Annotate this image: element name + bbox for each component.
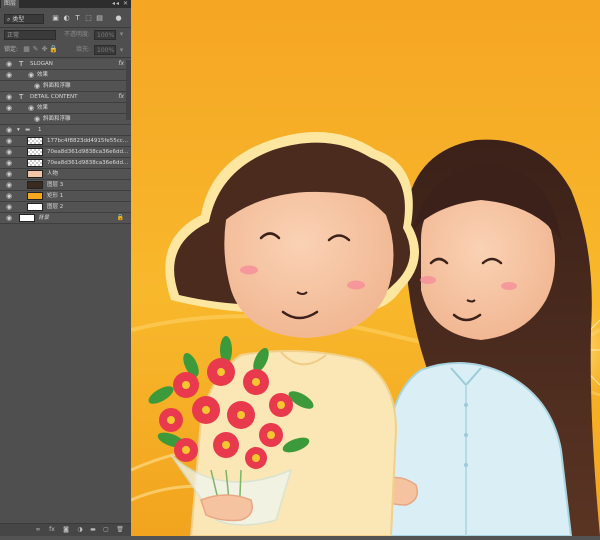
layer-name: 效果 <box>37 105 49 111</box>
lock-row: 锁定: ▦ ✎ ✥ 🔒 填充: 100% ▾ <box>0 44 131 56</box>
lock-icon: 🔒 <box>116 214 124 221</box>
layer-row[interactable]: ◉ T DETAIL CONTENT fx <box>0 92 131 103</box>
fill-arrow-icon[interactable]: ▾ <box>117 46 126 55</box>
opacity-arrow-icon[interactable]: ▾ <box>117 30 126 39</box>
visibility-eye-icon[interactable]: ◉ <box>5 60 13 68</box>
layer-row[interactable]: ◉ ◉ 效果 <box>0 103 131 114</box>
layer-thumbnail <box>27 148 43 156</box>
layer-name: 矩形 1 <box>47 193 64 199</box>
image-filter-icon[interactable]: ▣ <box>51 14 60 23</box>
folder-icon: ▬ <box>25 127 31 133</box>
layer-name: 图层 3 <box>47 182 64 188</box>
layer-name: 图层 2 <box>47 204 64 210</box>
layer-name: 背景 <box>38 215 50 221</box>
layer-row[interactable]: ◉ 背景 🔒 <box>0 213 131 224</box>
layer-name: DETAIL CONTENT <box>30 94 78 100</box>
visibility-eye-icon[interactable]: ◉ <box>5 170 13 178</box>
blend-row: 正常 不透明度: 100% ▾ <box>0 29 131 41</box>
mask-icon[interactable]: ◙ <box>62 525 70 534</box>
filter-kind-select[interactable]: ⌕ 类型 <box>4 14 44 24</box>
blend-mode-select[interactable]: 正常 <box>4 30 56 40</box>
layer-row[interactable]: ◉ ▾ ▬ 1 <box>0 125 131 136</box>
effects-eye-icon[interactable]: ◉ <box>27 71 35 79</box>
effect-eye-icon[interactable]: ◉ <box>33 82 41 90</box>
filter-toggle-icon[interactable]: ● <box>114 14 123 23</box>
layer-thumbnail <box>27 137 43 145</box>
visibility-eye-icon[interactable]: ◉ <box>5 93 13 101</box>
layer-thumbnail <box>27 170 43 178</box>
text-filter-icon[interactable]: T <box>73 14 82 23</box>
layer-thumbnail <box>27 192 43 200</box>
effect-eye-icon[interactable]: ◉ <box>33 115 41 123</box>
opacity-input[interactable]: 100% <box>94 30 116 40</box>
visibility-eye-icon[interactable]: ◉ <box>5 159 13 167</box>
fill-input[interactable]: 100% <box>94 45 116 55</box>
lock-label: 锁定: <box>4 46 19 53</box>
visibility-eye-icon[interactable]: ◉ <box>5 181 13 189</box>
link-icon[interactable]: ∞ <box>34 525 42 534</box>
layer-row[interactable]: ◉ 矩形 1 <box>0 191 131 202</box>
visibility-eye-icon[interactable]: ◉ <box>5 203 13 211</box>
trash-icon[interactable]: 🗑 <box>116 525 124 534</box>
visibility-eye-icon[interactable]: ◉ <box>5 214 13 222</box>
visibility-eye-icon[interactable]: ◉ <box>5 148 13 156</box>
lock-transparent-icon[interactable]: ▦ <box>22 45 31 54</box>
folder-icon[interactable]: ▬ <box>89 525 97 534</box>
layer-thumbnail <box>27 203 43 211</box>
layer-fx-icon[interactable]: fx <box>118 92 124 102</box>
layer-row[interactable]: ◉ 斜面和浮雕 <box>0 114 131 125</box>
layer-name: 1 <box>38 127 42 133</box>
text-layer-icon: T <box>19 60 24 68</box>
fill-label: 填充: <box>76 46 91 53</box>
filter-row: ⌕ 类型 ▣ ◐ T ⬚ ▤ ● <box>0 13 131 27</box>
expand-arrow-icon[interactable]: ▾ <box>17 125 20 135</box>
layer-name: 斜面和浮雕 <box>43 116 71 122</box>
visibility-eye-icon[interactable]: ◉ <box>5 137 13 145</box>
visibility-eye-icon[interactable]: ◉ <box>5 71 13 79</box>
layers-panel: 图层 ◂◂ ✕ ⌕ 类型 ▣ ◐ T ⬚ ▤ ● 正常 不透明度: 100% ▾… <box>0 0 131 536</box>
new-layer-icon[interactable]: ▢ <box>102 525 110 534</box>
text-layer-icon: T <box>19 93 24 101</box>
smart-object-filter-icon[interactable]: ▤ <box>95 14 104 23</box>
document-canvas[interactable] <box>130 0 600 537</box>
layer-thumbnail <box>27 159 43 167</box>
visibility-eye-icon[interactable]: ◉ <box>5 104 13 112</box>
panel-bottom-bar: ∞ fx ◙ ◑ ▬ ▢ 🗑 <box>0 523 131 536</box>
lock-move-icon[interactable]: ✥ <box>40 45 49 54</box>
layer-row[interactable]: ◉ 人物 <box>0 169 131 180</box>
layer-row[interactable]: ◉ T SLOGAN fx <box>0 59 131 70</box>
layer-name: 70ea8d361d9838ca36e6dd... <box>47 149 129 155</box>
layer-row[interactable]: ◉ 图层 3 <box>0 180 131 191</box>
layer-thumbnail <box>27 181 43 189</box>
lock-paint-icon[interactable]: ✎ <box>31 45 40 54</box>
layer-row[interactable]: ◉ ◉ 效果 <box>0 70 131 81</box>
adjustment-filter-icon[interactable]: ◐ <box>62 14 71 23</box>
layer-name: 177bc4f8823dd4915fe55cc... <box>47 138 129 144</box>
panel-window-controls[interactable]: ◂◂ ✕ <box>112 0 129 8</box>
fx-icon[interactable]: fx <box>48 525 56 534</box>
layer-thumbnail <box>19 214 35 222</box>
layer-name: 70ea8d361d9838ca36e6dd... <box>47 160 129 166</box>
layer-name: 人物 <box>47 171 59 177</box>
opacity-label: 不透明度: <box>64 31 91 38</box>
effects-eye-icon[interactable]: ◉ <box>27 104 35 112</box>
lock-all-icon[interactable]: 🔒 <box>49 45 58 54</box>
layer-name: 效果 <box>37 72 49 78</box>
layer-name: SLOGAN <box>30 61 53 67</box>
layer-row[interactable]: ◉ 斜面和浮雕 <box>0 81 131 92</box>
shape-filter-icon[interactable]: ⬚ <box>84 14 93 23</box>
layer-row[interactable]: ◉ 177bc4f8823dd4915fe55cc... <box>0 136 131 147</box>
layer-row[interactable]: ◉ 70ea8d361d9838ca36e6dd... <box>0 147 131 158</box>
adjustment-icon[interactable]: ◑ <box>76 525 84 534</box>
layer-row[interactable]: ◉ 70ea8d361d9838ca36e6dd... <box>0 158 131 169</box>
layer-fx-icon[interactable]: fx <box>118 59 124 69</box>
panel-titlebar: 图层 ◂◂ ✕ <box>0 0 131 8</box>
visibility-eye-icon[interactable]: ◉ <box>5 126 13 134</box>
visibility-eye-icon[interactable]: ◉ <box>5 192 13 200</box>
layer-row[interactable]: ◉ 图层 2 <box>0 202 131 213</box>
tab-layers[interactable]: 图层 <box>1 0 19 8</box>
layer-name: 斜面和浮雕 <box>43 83 71 89</box>
